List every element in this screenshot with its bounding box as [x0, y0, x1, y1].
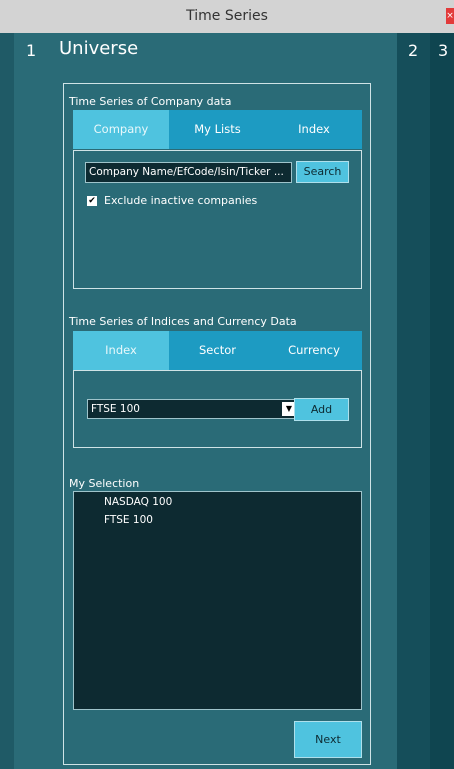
step-panel-2[interactable] [397, 33, 430, 769]
tab-my-lists[interactable]: My Lists [169, 110, 266, 149]
step-panel-3[interactable] [430, 33, 454, 769]
tab-index-data[interactable]: Index [73, 331, 169, 370]
selection-label: My Selection [69, 477, 140, 490]
list-item[interactable]: NASDAQ 100 [104, 496, 172, 508]
exclude-inactive-checkbox[interactable]: ✔ [87, 196, 97, 206]
index-dropdown[interactable]: FTSE 100 [87, 399, 298, 419]
step-title-universe: Universe [59, 38, 139, 59]
tab-index[interactable]: Index [266, 110, 362, 149]
left-strip [0, 33, 14, 769]
title-bar: Time Series × [0, 0, 454, 33]
tab-currency[interactable]: Currency [266, 331, 362, 370]
step-number-2[interactable]: 2 [408, 41, 418, 60]
window-title: Time Series [186, 8, 268, 24]
search-button[interactable]: Search [296, 161, 349, 183]
company-tabs: Company My Lists Index [73, 110, 362, 149]
next-button[interactable]: Next [294, 721, 362, 758]
exclude-inactive-label: Exclude inactive companies [104, 194, 258, 207]
time-series-window: Time Series × 1 Universe 2 3 Time Series… [0, 0, 454, 769]
tab-sector[interactable]: Sector [169, 331, 266, 370]
step-number-3[interactable]: 3 [438, 41, 448, 60]
company-section-label: Time Series of Company data [69, 95, 232, 108]
tab-company[interactable]: Company [73, 110, 169, 149]
close-icon[interactable]: × [446, 8, 454, 24]
company-search-input[interactable]: Company Name/EfCode/Isin/Ticker ... [85, 162, 292, 183]
add-button[interactable]: Add [294, 398, 349, 421]
indices-section-label: Time Series of Indices and Currency Data [69, 315, 297, 328]
list-item[interactable]: FTSE 100 [104, 514, 153, 526]
step-number-1: 1 [26, 41, 37, 60]
indices-tabs: Index Sector Currency [73, 331, 362, 370]
